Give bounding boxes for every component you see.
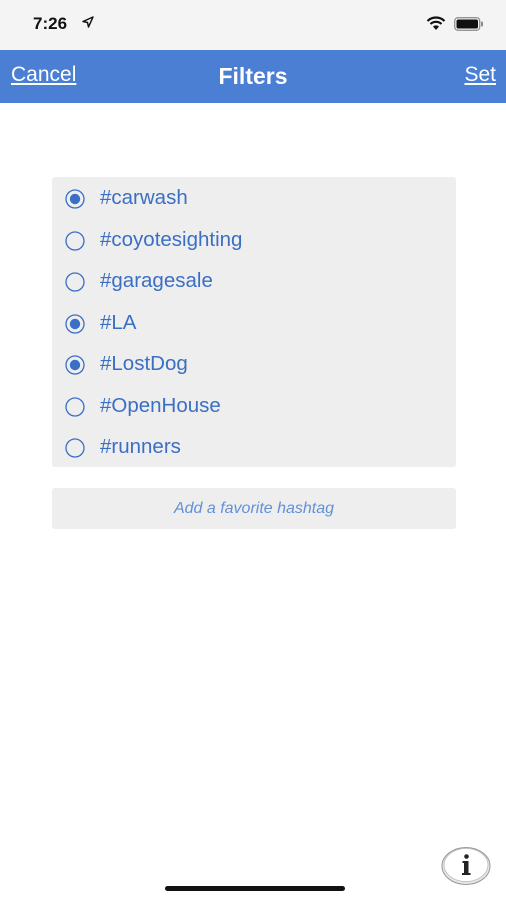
hashtag-option-runners[interactable]: #runners xyxy=(52,426,456,466)
hashtag-option-openhouse[interactable]: #OpenHouse xyxy=(52,385,456,425)
home-indicator xyxy=(165,886,345,891)
radio-unselected-icon[interactable] xyxy=(65,230,85,251)
battery-icon xyxy=(454,17,483,31)
radio-selected-icon[interactable] xyxy=(65,355,85,375)
status-time: 7:26 xyxy=(33,14,68,33)
hashtag-list: #carwash #coyotesighting #garagesale #LA… xyxy=(52,177,456,467)
hashtag-option-carwash[interactable]: #carwash xyxy=(52,177,456,217)
radio-selected-icon[interactable] xyxy=(65,313,85,334)
hashtag-label: #LA xyxy=(100,310,137,334)
location-arrow-icon xyxy=(82,16,94,28)
radio-unselected-icon[interactable] xyxy=(65,438,85,458)
add-hashtag-input[interactable] xyxy=(52,488,456,529)
hashtag-option-lostdog[interactable]: #LostDog xyxy=(52,343,456,383)
radio-unselected-icon[interactable] xyxy=(65,272,85,292)
wifi-icon xyxy=(426,16,446,30)
radio-selected-icon[interactable] xyxy=(65,189,85,209)
set-button[interactable]: Set xyxy=(464,63,496,87)
hashtag-label: #garagesale xyxy=(100,269,213,292)
status-bar: 7:26 xyxy=(0,0,506,50)
nav-bar: Cancel Filters Set xyxy=(0,50,506,103)
hashtag-label: #coyotesighting xyxy=(100,227,243,251)
hashtag-label: #OpenHouse xyxy=(100,393,221,417)
hashtag-option-la[interactable]: #LA xyxy=(52,302,456,342)
info-button[interactable] xyxy=(441,845,491,885)
hashtag-label: #carwash xyxy=(100,186,188,209)
hashtag-option-coyotesighting[interactable]: #coyotesighting xyxy=(52,219,456,259)
cancel-button[interactable]: Cancel xyxy=(11,63,76,87)
hashtag-option-garagesale[interactable]: #garagesale xyxy=(52,260,456,300)
hashtag-label: #LostDog xyxy=(100,352,188,375)
hashtag-label: #runners xyxy=(100,435,181,458)
radio-unselected-icon[interactable] xyxy=(65,396,85,417)
